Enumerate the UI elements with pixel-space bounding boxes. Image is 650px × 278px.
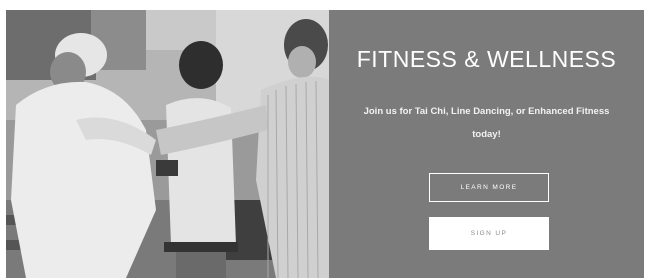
hero-subtitle: Join us for Tai Chi, Line Dancing, or En… [363, 106, 610, 140]
hero-banner: FITNESS & WELLNESS Join us for Tai Chi, … [6, 10, 644, 278]
hero-text-panel: FITNESS & WELLNESS Join us for Tai Chi, … [329, 10, 644, 278]
hero-title: FITNESS & WELLNESS [356, 46, 617, 72]
learn-more-button[interactable]: LEARN MORE [429, 173, 549, 202]
sign-up-button[interactable]: SIGN UP [429, 217, 549, 250]
hero-photo [6, 10, 329, 278]
